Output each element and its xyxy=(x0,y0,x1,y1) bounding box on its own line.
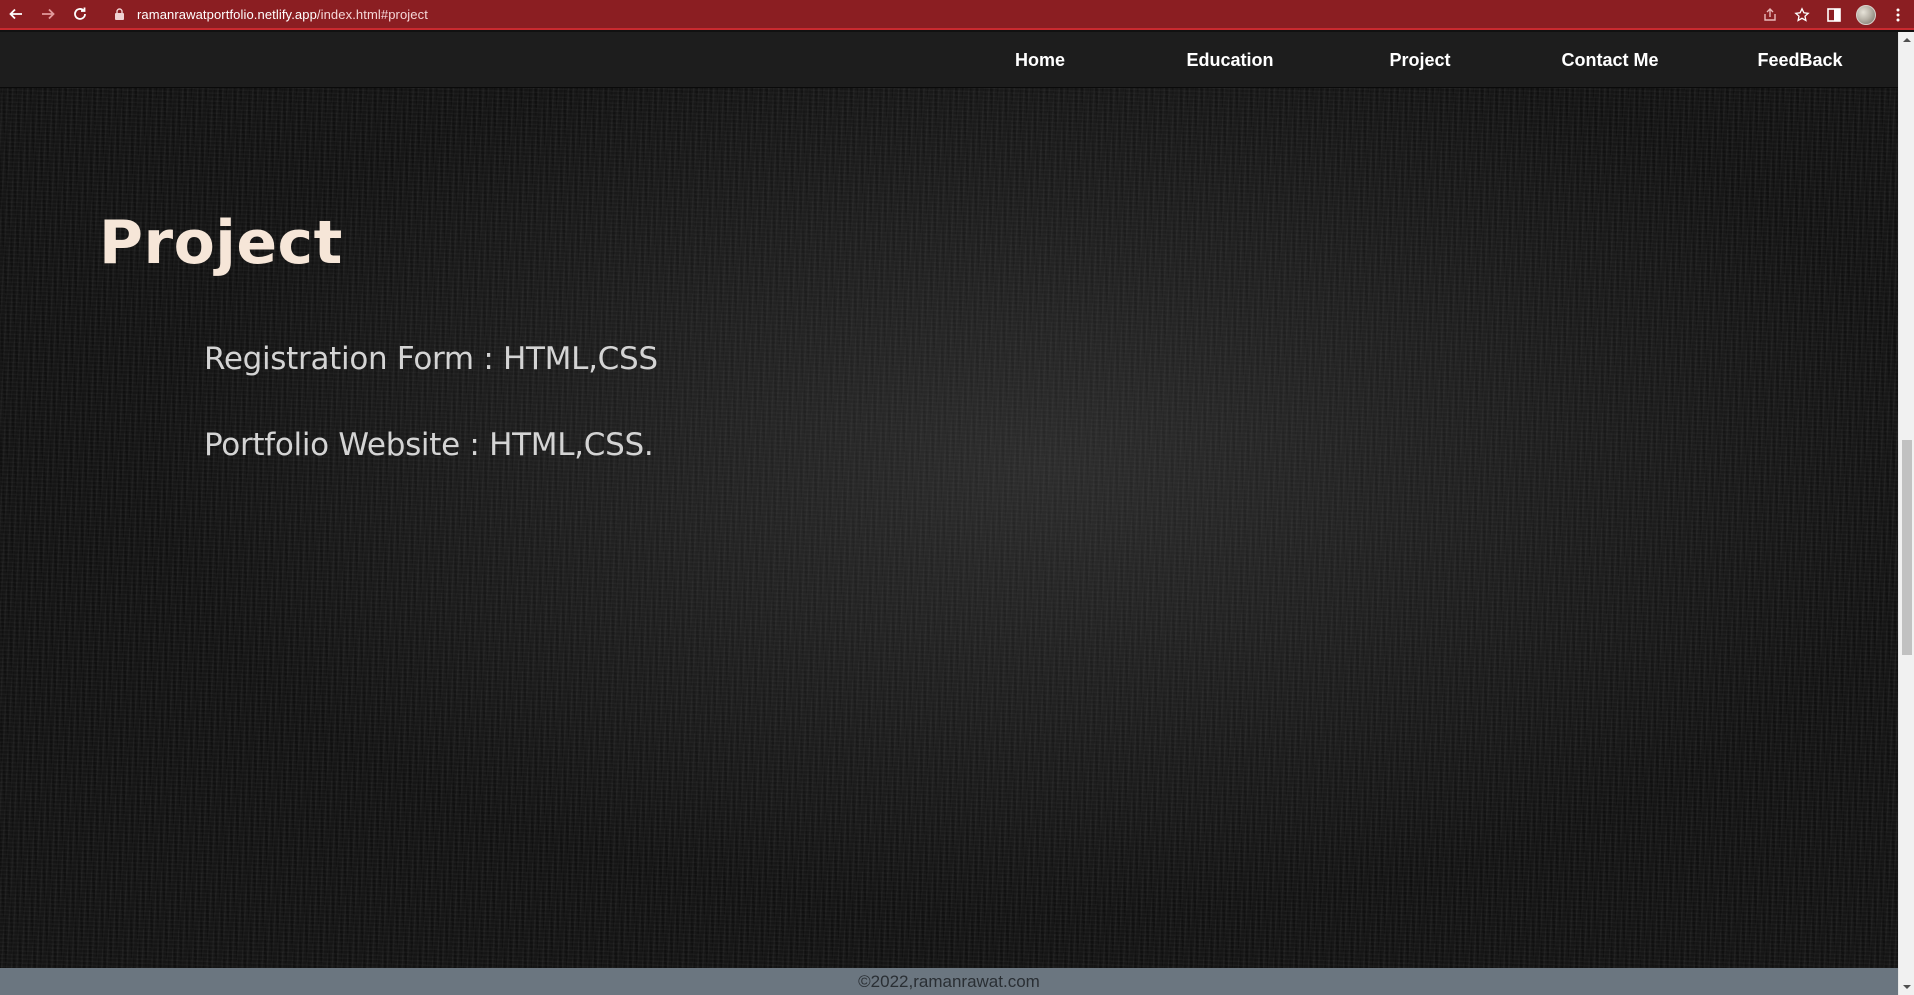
nav-link-education[interactable]: Education xyxy=(1135,32,1325,88)
nav-link-feedback[interactable]: FeedBack xyxy=(1705,32,1895,88)
forward-icon xyxy=(42,8,55,20)
project-item: Portfolio Website : HTML,CSS. xyxy=(204,427,654,463)
page-content: Home Education Project Contact Me FeedBa… xyxy=(0,32,1898,995)
menu-button[interactable] xyxy=(1882,0,1914,30)
address-bar[interactable]: ramanrawatportfolio.netlify.app/index.ht… xyxy=(104,2,438,26)
side-panel-button[interactable] xyxy=(1818,0,1850,30)
vertical-scrollbar[interactable] xyxy=(1898,32,1914,995)
site-navbar: Home Education Project Contact Me FeedBa… xyxy=(0,32,1898,88)
url-text: ramanrawatportfolio.netlify.app/index.ht… xyxy=(137,7,428,22)
footer-copyright: ©2022,ramanrawat.com xyxy=(858,972,1040,991)
scroll-down-button[interactable] xyxy=(1899,979,1914,995)
nav-link-home[interactable]: Home xyxy=(945,32,1135,88)
scroll-up-button[interactable] xyxy=(1899,32,1914,48)
side-panel-icon xyxy=(1827,8,1841,22)
url-host: ramanrawatportfolio.netlify.app xyxy=(137,6,317,22)
nav-link-project[interactable]: Project xyxy=(1325,32,1515,88)
project-list: Registration Form : HTML,CSS Portfolio W… xyxy=(204,332,658,504)
more-icon xyxy=(1896,8,1900,22)
scroll-down-icon xyxy=(1903,985,1911,989)
browser-toolbar: ramanrawatportfolio.netlify.app/index.ht… xyxy=(0,0,1914,30)
lock-icon xyxy=(114,8,125,20)
share-button[interactable] xyxy=(1754,0,1786,30)
nav-link-contact-me[interactable]: Contact Me xyxy=(1515,32,1705,88)
reload-button[interactable] xyxy=(64,0,96,29)
back-icon xyxy=(9,8,22,20)
section-title: Project xyxy=(99,208,343,278)
scrollbar-thumb[interactable] xyxy=(1902,440,1912,655)
reload-icon xyxy=(74,7,86,20)
back-button[interactable] xyxy=(0,0,32,29)
url-path: /index.html#project xyxy=(316,6,428,22)
share-icon xyxy=(1764,8,1776,21)
scroll-up-icon xyxy=(1903,38,1911,42)
forward-button[interactable] xyxy=(32,0,64,29)
profile-button[interactable] xyxy=(1850,0,1882,30)
project-item: Registration Form : HTML,CSS xyxy=(204,341,658,377)
footer: ©2022,ramanrawat.com xyxy=(0,968,1898,995)
bookmark-button[interactable] xyxy=(1786,0,1818,30)
star-icon xyxy=(1794,7,1810,22)
avatar xyxy=(1856,5,1876,25)
